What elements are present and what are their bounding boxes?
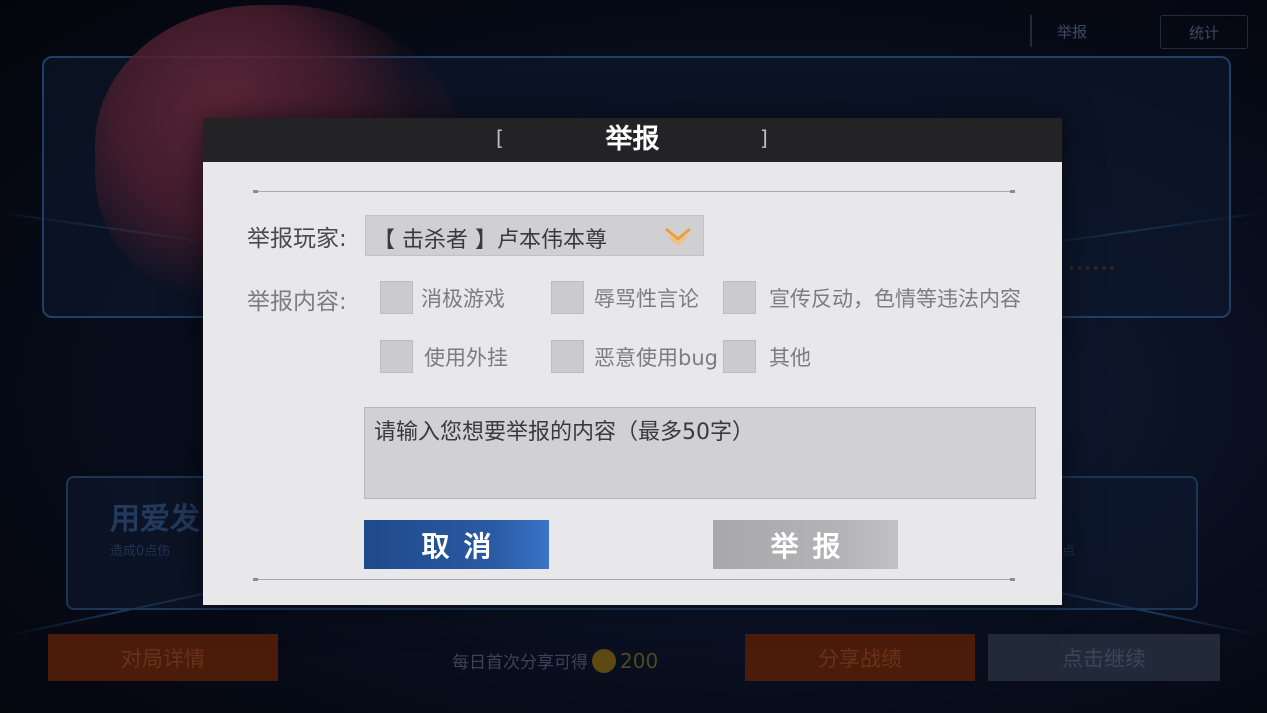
- report-content-input[interactable]: 请输入您想要举报的内容（最多50字）: [364, 407, 1036, 499]
- reason-label: 辱骂性言论: [594, 287, 699, 311]
- dialog-title: 举报: [605, 124, 660, 155]
- chevron-down-icon: [665, 227, 691, 246]
- player-select-value: 【 击杀者 】卢本伟本尊: [373, 228, 607, 253]
- share-record-button[interactable]: 分享战绩: [745, 634, 975, 681]
- report-tab-button[interactable]: 举报: [1030, 15, 1112, 47]
- coin-icon: [592, 648, 616, 673]
- share-reward-tip: 每日首次分享可得 200: [452, 648, 658, 673]
- reason-checkbox-cheat[interactable]: [380, 340, 413, 373]
- dialog-header: [ 举报 ]: [203, 118, 1062, 162]
- reason-checkbox-other[interactable]: [723, 340, 756, 373]
- player-label: 举报玩家:: [247, 226, 347, 252]
- decor-dots: ••••••: [1068, 262, 1117, 276]
- honor-subtitle: 造成0点伤: [110, 544, 171, 559]
- submit-report-button[interactable]: 举报: [713, 520, 898, 569]
- title-bracket-right: ]: [760, 126, 768, 150]
- content-label: 举报内容:: [247, 289, 347, 315]
- stats-tab-button[interactable]: 统计: [1160, 15, 1248, 49]
- share-tip-text: 每日首次分享可得: [452, 653, 588, 673]
- continue-button[interactable]: 点击继续: [988, 634, 1220, 681]
- reason-label: 恶意使用bug: [594, 346, 718, 370]
- player-select[interactable]: 【 击杀者 】卢本伟本尊: [365, 215, 704, 256]
- report-content-placeholder: 请输入您想要举报的内容（最多50字）: [374, 420, 754, 445]
- match-detail-button[interactable]: 对局详情: [48, 634, 278, 681]
- reason-checkbox-illegal-content[interactable]: [723, 281, 756, 314]
- report-dialog: [ 举报 ] 举报玩家: 【 击杀者 】卢本伟本尊 举报内容: 消极游戏 辱骂性…: [203, 118, 1062, 605]
- reason-label: 使用外挂: [424, 346, 508, 370]
- top-divider: [253, 190, 1015, 193]
- share-reward-amount: 200: [620, 648, 659, 673]
- cancel-button[interactable]: 取消: [364, 520, 549, 569]
- reason-label: 宣传反动，色情等违法内容: [769, 287, 1021, 311]
- reason-label: 消极游戏: [421, 287, 505, 311]
- reason-checkbox-abuse[interactable]: [551, 281, 584, 314]
- reason-checkbox-bug-abuse[interactable]: [551, 340, 584, 373]
- reason-checkbox-negative-play[interactable]: [380, 281, 413, 314]
- bottom-divider: [253, 578, 1015, 581]
- honor-title: 用爱发: [110, 502, 200, 537]
- reason-label: 其他: [769, 346, 811, 370]
- honor-right-text: 点: [1062, 544, 1076, 559]
